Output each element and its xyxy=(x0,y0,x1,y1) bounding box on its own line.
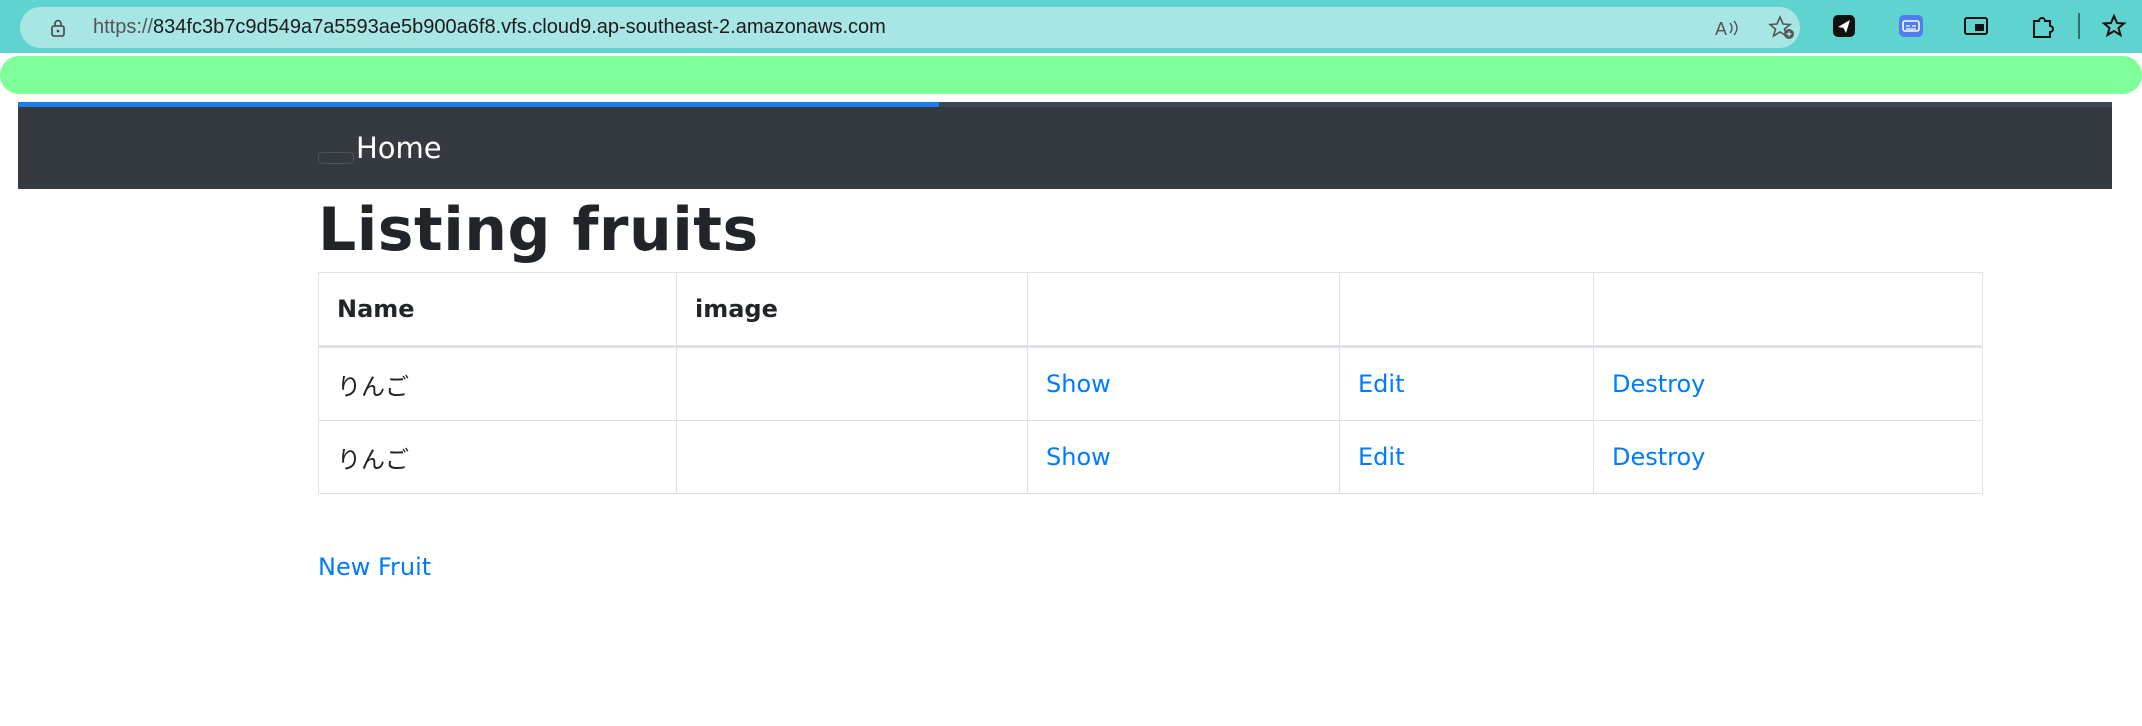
send-extension-icon[interactable] xyxy=(1830,12,1858,40)
column-header-destroy xyxy=(1593,272,1983,348)
table-row: りんご Show Edit Destroy xyxy=(318,346,1983,421)
highlight-bar xyxy=(0,56,2142,94)
show-link[interactable]: Show xyxy=(1046,370,1111,398)
toolbar-divider xyxy=(2078,13,2080,39)
address-bar[interactable]: https://834fc3b7c9d549a7a5593ae5b900a6f8… xyxy=(20,7,1800,48)
edit-link[interactable]: Edit xyxy=(1358,443,1404,471)
fruits-table: Name image りんご Show Edit Destroy りんご Sho… xyxy=(318,272,1983,494)
fruit-name-cell: りんご xyxy=(318,346,677,421)
edit-cell: Edit xyxy=(1339,346,1594,421)
fruit-image-cell xyxy=(676,346,1028,421)
svg-text:A: A xyxy=(1715,19,1727,39)
url-text[interactable]: https://834fc3b7c9d549a7a5593ae5b900a6f8… xyxy=(93,7,886,48)
navbar-brand-home[interactable]: Home xyxy=(356,107,442,189)
favorites-icon[interactable] xyxy=(2100,12,2128,40)
url-host: 834fc3b7c9d549a7a5593ae5b900a6f8.vfs.clo… xyxy=(153,16,886,38)
navbar: Home xyxy=(18,107,2112,189)
read-aloud-icon[interactable]: A xyxy=(1715,17,1741,39)
show-cell: Show xyxy=(1027,346,1340,421)
add-favorite-icon[interactable] xyxy=(1768,15,1796,41)
column-header-show xyxy=(1027,272,1340,348)
show-cell: Show xyxy=(1027,420,1340,494)
destroy-link[interactable]: Destroy xyxy=(1612,443,1705,471)
edit-cell: Edit xyxy=(1339,420,1594,494)
table-header-row: Name image xyxy=(318,272,1983,348)
destroy-cell: Destroy xyxy=(1593,346,1983,421)
destroy-cell: Destroy xyxy=(1593,420,1983,494)
new-fruit-link[interactable]: New Fruit xyxy=(318,553,431,581)
column-header-name: Name xyxy=(318,272,677,348)
table-row: りんご Show Edit Destroy xyxy=(318,420,1983,494)
edit-link[interactable]: Edit xyxy=(1358,370,1404,398)
subtitle-extension-icon[interactable] xyxy=(1897,12,1925,40)
browser-toolbar: https://834fc3b7c9d549a7a5593ae5b900a6f8… xyxy=(0,0,2142,53)
column-header-image: image xyxy=(676,272,1028,348)
destroy-link[interactable]: Destroy xyxy=(1612,370,1705,398)
navbar-toggler[interactable] xyxy=(318,152,354,164)
show-link[interactable]: Show xyxy=(1046,443,1111,471)
extensions-puzzle-icon[interactable] xyxy=(2028,12,2056,40)
main-content: Listing fruits Name image りんご Show Edit … xyxy=(318,189,1983,581)
picture-in-picture-icon[interactable] xyxy=(1962,12,1990,40)
page-title: Listing fruits xyxy=(318,195,759,265)
fruit-name-cell: りんご xyxy=(318,420,677,494)
url-scheme: https:// xyxy=(93,16,154,38)
lock-icon[interactable] xyxy=(48,18,68,38)
column-header-edit xyxy=(1339,272,1594,348)
fruit-image-cell xyxy=(676,420,1028,494)
